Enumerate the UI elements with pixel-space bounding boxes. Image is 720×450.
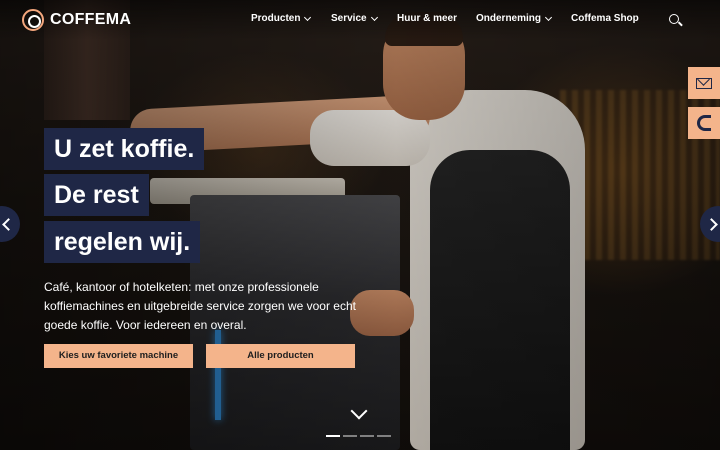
search-icon[interactable] bbox=[669, 14, 679, 24]
chevron-down-icon bbox=[304, 13, 312, 21]
nav-label: Onderneming bbox=[476, 13, 542, 24]
nav-label: Coffema Shop bbox=[571, 13, 639, 24]
carousel-indicators bbox=[326, 435, 391, 437]
carousel-dot[interactable] bbox=[326, 435, 340, 437]
phone-icon bbox=[697, 115, 711, 131]
nav-item-producten[interactable]: Producten bbox=[251, 13, 312, 24]
hero-lead: Café, kantoor of hotelketen: met onze pr… bbox=[44, 280, 356, 332]
choose-machine-button[interactable]: Kies uw favoriete machine bbox=[44, 344, 193, 368]
nav-item-huur[interactable]: Huur & meer bbox=[397, 13, 457, 24]
carousel-dot[interactable] bbox=[343, 435, 357, 437]
headline-line-1: U zet koffie. bbox=[44, 128, 205, 170]
nav-label: Producten bbox=[251, 13, 301, 24]
contact-mail-tab[interactable] bbox=[688, 67, 720, 99]
all-products-button[interactable]: Alle producten bbox=[206, 344, 355, 368]
nav-label: Service bbox=[331, 13, 367, 24]
nav-item-shop[interactable]: Coffema Shop bbox=[571, 13, 639, 24]
logo-text: COFFEMA bbox=[50, 11, 132, 28]
carousel-dot[interactable] bbox=[360, 435, 374, 437]
nav-label: Huur & meer bbox=[397, 13, 458, 24]
nav-item-onderneming[interactable]: Onderneming bbox=[476, 13, 553, 24]
chevron-down-icon bbox=[544, 13, 553, 21]
headline-line-3: regelen wij. bbox=[44, 221, 201, 263]
mail-icon bbox=[696, 77, 712, 89]
logo[interactable]: COFFEMA bbox=[22, 8, 131, 32]
nav-item-service[interactable]: Service bbox=[331, 13, 378, 24]
chevron-down-icon bbox=[370, 13, 378, 21]
logo-mark-icon bbox=[22, 9, 44, 31]
site-header: COFFEMA Producten Service Huur & meer On… bbox=[0, 0, 720, 40]
headline-line-2: De rest bbox=[44, 174, 149, 216]
contact-phone-tab[interactable] bbox=[688, 107, 720, 139]
carousel-dot[interactable] bbox=[377, 435, 391, 437]
